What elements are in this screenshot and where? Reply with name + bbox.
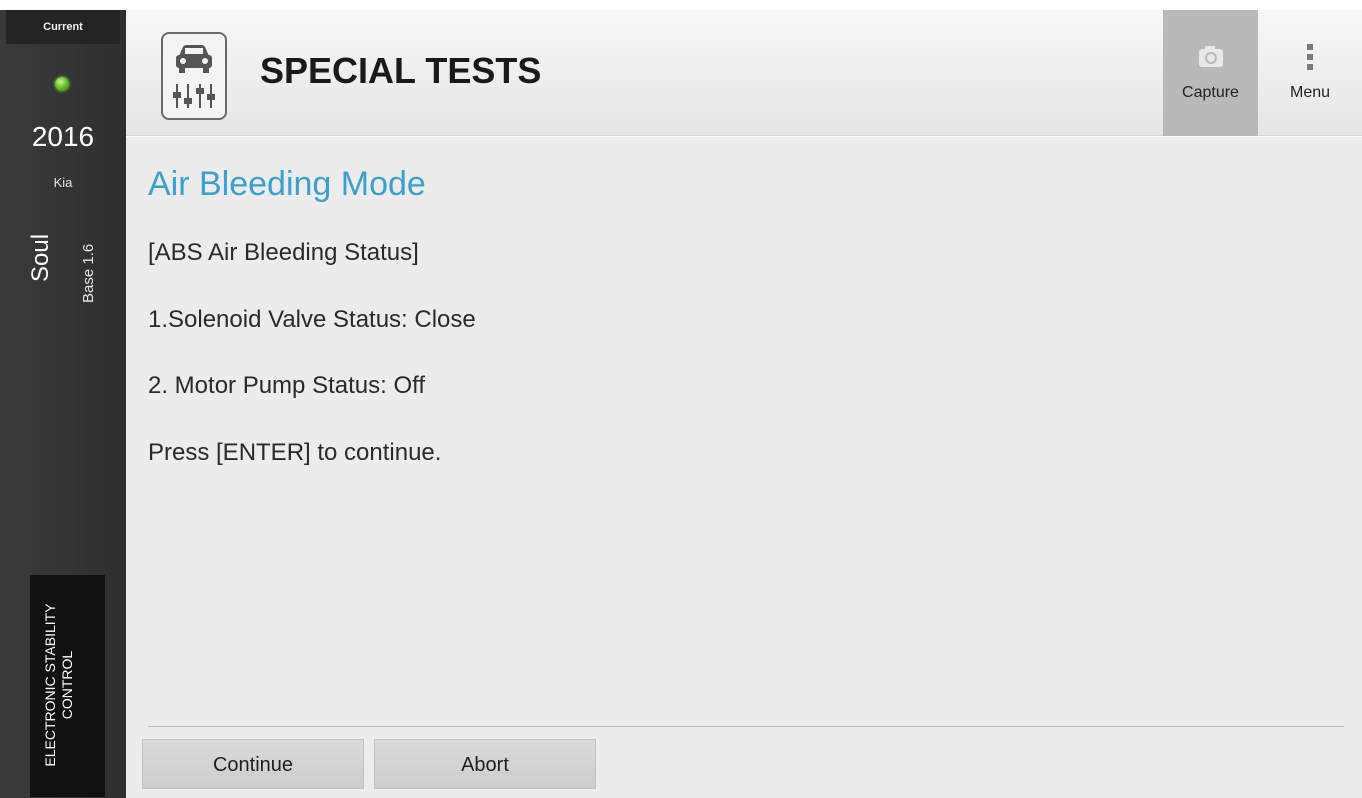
continue-button[interactable]: Continue <box>142 739 364 789</box>
car-test-icon <box>161 32 227 120</box>
app-window: Current 2016 Kia Soul Base 1.6 ELECTRONI… <box>0 0 1362 798</box>
connection-status-icon <box>55 77 69 91</box>
vehicle-make: Kia <box>53 175 73 190</box>
vehicle-model: Soul <box>27 233 54 282</box>
test-heading: Air Bleeding Mode <box>148 165 426 203</box>
status-section-title: [ABS Air Bleeding Status] <box>148 239 419 266</box>
page-title: SPECIAL TESTS <box>260 50 542 91</box>
instruction-text: Press [ENTER] to continue. <box>148 439 442 466</box>
vehicle-year: 2016 <box>31 121 95 152</box>
car-test-icon-graphic <box>173 45 215 108</box>
divider <box>148 726 1344 727</box>
capture-button[interactable]: Capture <box>1163 10 1258 136</box>
system-label: ELECTRONIC STABILITY CONTROL <box>42 603 75 767</box>
system-tab[interactable]: ELECTRONIC STABILITY CONTROL <box>30 575 105 797</box>
kebab-menu-icon <box>1307 44 1313 70</box>
main-content: Air Bleeding Mode [ABS Air Bleeding Stat… <box>126 137 1362 798</box>
header-bar: SPECIAL TESTS Capture Menu <box>126 10 1362 136</box>
menu-button[interactable]: Menu <box>1258 10 1362 136</box>
solenoid-valve-status: 1.Solenoid Valve Status: Close <box>148 306 476 333</box>
vehicle-sidebar: Current 2016 Kia Soul Base 1.6 ELECTRONI… <box>0 10 126 798</box>
abort-button[interactable]: Abort <box>374 739 596 789</box>
capture-label: Capture <box>1182 84 1239 101</box>
vehicle-trim: Base 1.6 <box>80 243 97 303</box>
current-vehicle-tab[interactable]: Current <box>6 10 120 44</box>
menu-label: Menu <box>1289 84 1331 101</box>
motor-pump-status: 2. Motor Pump Status: Off <box>148 372 426 399</box>
camera-icon <box>1199 46 1223 67</box>
